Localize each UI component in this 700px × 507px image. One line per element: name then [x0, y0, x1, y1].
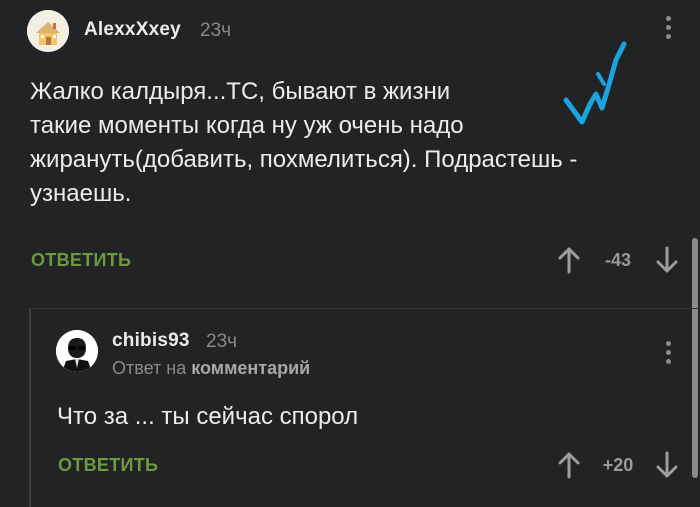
more-vertical-icon[interactable]	[665, 341, 671, 364]
comment-username[interactable]: AlexxXxey	[84, 19, 181, 41]
reply-to-prefix: Ответ на	[112, 358, 187, 378]
comment-body: Что за ... ты сейчас спорол	[57, 403, 359, 430]
arrow-down-icon[interactable]	[656, 246, 678, 274]
more-vertical-icon[interactable]	[665, 16, 671, 39]
rating-value: -43	[604, 250, 631, 270]
person-sunglasses-avatar-icon	[56, 330, 98, 372]
divider	[29, 308, 700, 309]
comment-line: жирануть(добавить, похмелиться). Подраст…	[30, 146, 578, 173]
arrow-down-icon[interactable]	[656, 451, 678, 479]
scrollbar[interactable]	[692, 238, 698, 478]
user-avatar[interactable]	[27, 10, 69, 52]
arrow-up-icon[interactable]	[558, 451, 580, 479]
reply-button[interactable]: ОТВЕТИТЬ	[31, 250, 131, 271]
blue-handwritten-mark-icon	[563, 41, 627, 125]
reply-to-link[interactable]: Ответ на комментарий	[112, 358, 310, 379]
arrow-up-icon[interactable]	[558, 246, 580, 274]
thread-line[interactable]	[29, 308, 31, 507]
comment-username[interactable]: chibis93	[112, 330, 190, 352]
comment-line: узнаешь.	[30, 180, 132, 207]
reply-to-target[interactable]: комментарий	[191, 358, 310, 378]
cottage-avatar-icon	[27, 10, 69, 52]
rating-value: +20	[602, 455, 634, 475]
comment-time: 23ч	[206, 331, 238, 352]
reply-button[interactable]: ОТВЕТИТЬ	[58, 455, 158, 476]
user-avatar[interactable]	[56, 330, 98, 372]
comment-time: 23ч	[200, 20, 232, 41]
